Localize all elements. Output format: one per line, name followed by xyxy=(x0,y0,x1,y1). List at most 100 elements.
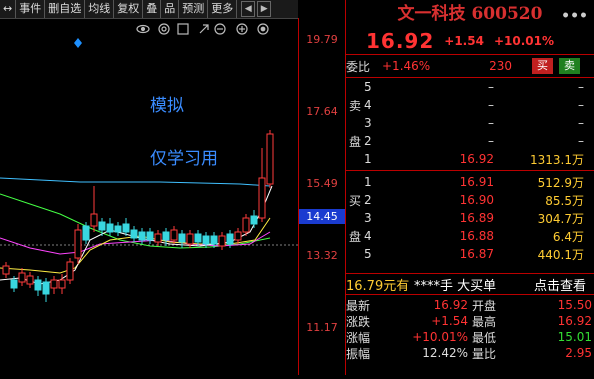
tool-icon[interactable] xyxy=(199,24,209,34)
ask-row: 1 16.92 1313.1万 xyxy=(364,152,584,167)
diamond-marker-icon xyxy=(74,38,82,48)
candle xyxy=(226,233,234,245)
candle xyxy=(42,281,50,295)
bid-row: 盘 4 16.88 6.4万 xyxy=(346,227,594,245)
price-change-pct: +10.01% xyxy=(493,34,554,48)
price-summary: 16.92 +1.54 +10.01% xyxy=(346,28,594,54)
candle xyxy=(146,231,154,241)
candle xyxy=(2,265,10,275)
candle xyxy=(242,217,250,233)
toolbar-item-moving-average[interactable]: 均线 xyxy=(85,0,115,18)
candle xyxy=(170,229,178,241)
candles xyxy=(2,130,274,302)
sell-side-label: 卖 xyxy=(348,98,361,113)
nav-prev-button[interactable]: ◀ xyxy=(241,1,256,17)
view-details-link[interactable]: 点击查看 xyxy=(534,275,586,294)
candle xyxy=(18,272,26,283)
toolbar-item-overlay[interactable]: 叠 xyxy=(143,0,162,18)
ma-long-line xyxy=(0,177,271,187)
stats-row: 振幅 12.42% 量比 2.95 xyxy=(346,346,592,361)
buy-button[interactable]: 买 xyxy=(532,58,553,74)
candle xyxy=(154,233,162,243)
bid-row: 买 2 16.90 85.5万 xyxy=(346,191,594,209)
overlay-text-study-only: 仅学习用 xyxy=(150,149,218,169)
chart-toolbar: ↔ 事件 删自选 均线 复权 叠 品 预测 更多 ◀ ▶ xyxy=(0,0,298,19)
price-axis: 19.79 17.64 15.49 14.45 13.32 11.17 xyxy=(298,18,346,375)
bid-row: 3 16.89 304.7万 xyxy=(364,211,584,226)
axis-label-1: 19.79 xyxy=(306,33,338,46)
candle xyxy=(266,133,274,185)
candle xyxy=(186,233,194,245)
candle xyxy=(58,279,66,289)
candle xyxy=(178,233,186,243)
circle-a-icon[interactable] xyxy=(158,23,170,35)
candle xyxy=(106,223,114,233)
bid-book: 1 16.91 512.9万 买 2 16.90 85.5万 3 16.89 304.7万 盘… xyxy=(346,171,594,273)
candle xyxy=(74,229,82,259)
candle xyxy=(26,275,34,285)
more-dots-icon[interactable]: ••• xyxy=(561,2,588,30)
candle xyxy=(114,225,122,233)
ask-row: 盘 2– – xyxy=(346,132,594,150)
candle xyxy=(194,233,202,243)
chart-icons xyxy=(136,23,269,35)
stock-title: 文一科技 600520 ••• xyxy=(346,0,594,28)
weibi-label: 委比 xyxy=(346,59,371,74)
weibi-row: 委比 +1.46% 230 买 卖 xyxy=(346,54,594,78)
buy-side-label: 买 xyxy=(348,193,361,208)
axis-label-6: 11.17 xyxy=(306,321,338,334)
candle xyxy=(90,213,98,227)
candle xyxy=(98,221,106,231)
axis-label-2: 17.64 xyxy=(306,105,338,118)
ask-row: 卖 4– – xyxy=(346,96,594,114)
sell-side-label: 盘 xyxy=(348,134,361,149)
eye-icon[interactable] xyxy=(136,24,150,34)
ask-row: 5– – xyxy=(364,80,584,94)
candle xyxy=(250,215,258,225)
candle xyxy=(258,177,266,219)
nav-next-button[interactable]: ▶ xyxy=(257,1,272,17)
toolbar-item-adjust[interactable]: 复权 xyxy=(114,0,144,18)
zoom-out-icon[interactable] xyxy=(214,23,226,35)
toolbar-item-forecast[interactable]: 预测 xyxy=(179,0,209,18)
price-change: +1.54 xyxy=(444,34,484,48)
toolbar-item-expand[interactable]: ↔ xyxy=(0,0,17,18)
candle xyxy=(82,225,90,241)
settings-icon[interactable] xyxy=(257,23,269,35)
toolbar-item-events[interactable]: 事件 xyxy=(16,0,46,18)
candle xyxy=(210,235,218,245)
big-order-price: 16.79元有 xyxy=(346,278,410,294)
quote-panel: 文一科技 600520 ••• 16.92 +1.54 +10.01% 委比 +… xyxy=(346,0,594,375)
last-price: 16.92 xyxy=(366,29,435,53)
toolbar-item-more[interactable]: 更多 xyxy=(208,0,238,18)
toolbar-item-product[interactable]: 品 xyxy=(161,0,180,18)
candle xyxy=(234,231,242,241)
stock-code: 600520 xyxy=(471,4,543,24)
candle xyxy=(34,279,42,291)
big-order-desc: ****手 大买单 xyxy=(414,278,497,294)
bid-row: 1 16.91 512.9万 xyxy=(364,175,584,190)
weibi-value: +1.46% xyxy=(382,59,431,73)
candle xyxy=(122,223,130,233)
overlay-text-simulated: 模拟 xyxy=(150,96,184,116)
candle xyxy=(50,279,58,289)
stock-name: 文一科技 xyxy=(397,4,466,24)
stats-row: 涨幅 +10.01% 最低 15.01 xyxy=(346,330,592,345)
kline-chart[interactable]: 模拟 仅学习用 xyxy=(0,18,298,375)
ask-row: 3– – xyxy=(364,116,584,130)
candle xyxy=(10,279,18,289)
candle xyxy=(138,231,146,241)
bid-row: 5 16.87 440.1万 xyxy=(364,247,584,262)
sell-button[interactable]: 卖 xyxy=(559,58,580,74)
big-order-bar[interactable]: 16.79元有 ****手 大买单 点击查看 xyxy=(346,273,594,295)
weicha-value: 230 xyxy=(489,59,512,73)
candle xyxy=(218,235,226,247)
buy-side-label: 盘 xyxy=(348,229,361,244)
candle xyxy=(162,231,170,241)
axis-label-3: 15.49 xyxy=(306,177,338,190)
candle xyxy=(66,261,74,281)
ask-book: 5– – 卖 4– – 3– – 盘 2– – 1 16.92 1313.1万 xyxy=(346,78,594,170)
zoom-in-icon[interactable] xyxy=(236,23,248,35)
toolbar-item-remove-watchlist[interactable]: 删自选 xyxy=(45,0,86,18)
square-icon[interactable] xyxy=(177,23,189,35)
